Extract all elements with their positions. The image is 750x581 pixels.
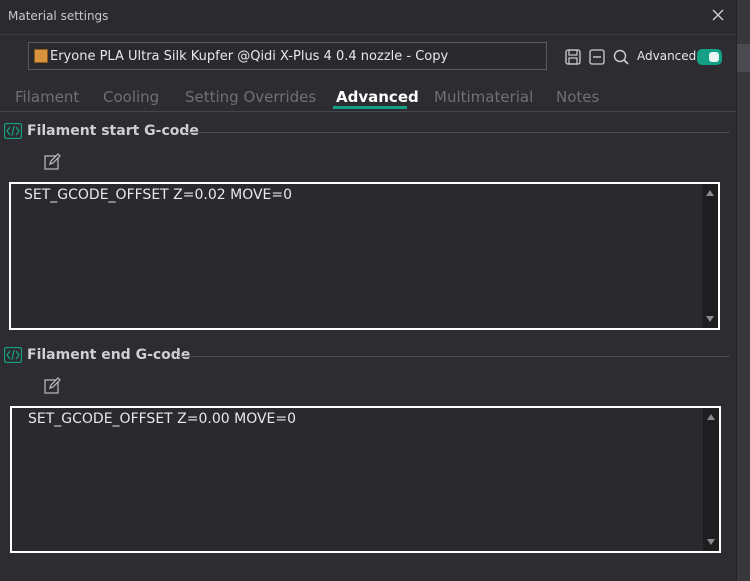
window-title: Material settings [8, 9, 109, 23]
section-title: Filament end G-code [27, 347, 191, 363]
background-window-edge [736, 0, 750, 581]
end-gcode-editor[interactable]: SET_GCODE_OFFSET Z=0.00 MOVE=0 [10, 406, 721, 553]
tab-multimaterial[interactable]: Multimaterial [434, 88, 533, 106]
scroll-up-icon[interactable] [706, 190, 714, 196]
preset-name: Eryone PLA Ultra Silk Kupfer @Qidi X-Plu… [50, 49, 449, 64]
edit-icon[interactable] [43, 377, 61, 395]
filament-color-swatch [34, 49, 48, 63]
scrollbar[interactable] [702, 184, 718, 328]
section-divider [178, 356, 730, 357]
advanced-mode-toggle[interactable] [697, 49, 722, 65]
section-title: Filament start G-code [27, 123, 199, 139]
section-end-gcode: Filament end G-code [4, 346, 730, 366]
scroll-down-icon[interactable] [707, 539, 715, 545]
tab-setting-overrides[interactable]: Setting Overrides [185, 88, 316, 106]
tab-notes[interactable]: Notes [556, 88, 599, 106]
save-icon[interactable] [564, 48, 582, 66]
code-icon [4, 123, 22, 139]
active-tab-indicator [333, 106, 407, 109]
tab-bar: Filament Cooling Setting Overrides Advan… [0, 85, 736, 112]
edit-icon[interactable] [43, 153, 61, 171]
title-bar: Material settings [0, 0, 736, 35]
start-gcode-editor[interactable]: SET_GCODE_OFFSET Z=0.02 MOVE=0 [9, 182, 720, 330]
advanced-mode-label: Advanced [637, 49, 697, 63]
toggle-knob [709, 52, 719, 62]
section-start-gcode: Filament start G-code [4, 122, 730, 142]
search-icon[interactable] [612, 48, 630, 66]
scroll-down-icon[interactable] [706, 316, 714, 322]
preset-selector[interactable]: Eryone PLA Ultra Silk Kupfer @Qidi X-Plu… [28, 42, 547, 70]
tab-filament[interactable]: Filament [15, 88, 79, 106]
gcode-text: SET_GCODE_OFFSET Z=0.00 MOVE=0 [28, 411, 297, 427]
close-icon[interactable] [710, 7, 726, 23]
gcode-text: SET_GCODE_OFFSET Z=0.02 MOVE=0 [24, 187, 293, 203]
scrollbar[interactable] [703, 408, 719, 551]
delete-preset-icon[interactable] [588, 48, 606, 66]
tab-advanced[interactable]: Advanced [336, 88, 419, 106]
section-divider [184, 132, 730, 133]
tab-cooling[interactable]: Cooling [103, 88, 159, 106]
dialog-content: Eryone PLA Ultra Silk Kupfer @Qidi X-Plu… [0, 35, 736, 581]
scroll-up-icon[interactable] [707, 414, 715, 420]
code-icon [4, 347, 22, 363]
